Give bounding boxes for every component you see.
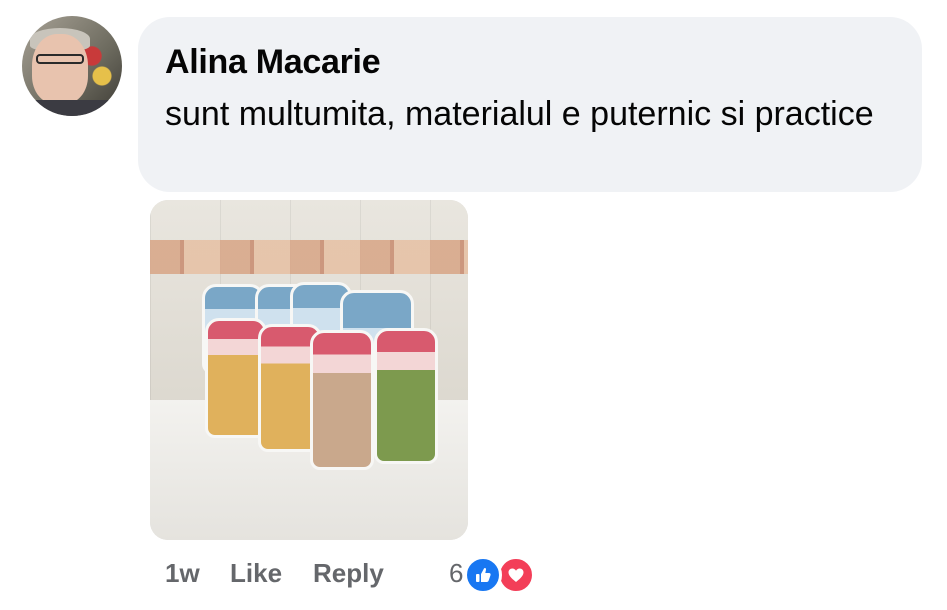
avatar-glasses <box>36 54 84 64</box>
avatar-face <box>32 34 88 104</box>
comment-photo[interactable] <box>150 200 468 540</box>
photo-tile-border <box>150 240 468 274</box>
photo-bag <box>310 330 374 470</box>
comment-timestamp[interactable]: 1w <box>165 558 200 589</box>
reaction-count[interactable]: 6 <box>449 558 463 589</box>
comment-bubble: Alina Macarie sunt multumita, materialul… <box>138 17 922 192</box>
reply-button[interactable]: Reply <box>313 558 384 589</box>
avatar-shirt <box>22 100 122 116</box>
avatar[interactable] <box>22 16 122 116</box>
love-icon[interactable] <box>497 556 535 594</box>
like-icon[interactable] <box>464 556 502 594</box>
like-button[interactable]: Like <box>230 558 282 589</box>
comment-text: sunt multumita, materialul e puternic si… <box>165 95 874 133</box>
photo-bag <box>374 328 438 464</box>
comment-author[interactable]: Alina Macarie <box>165 43 381 82</box>
